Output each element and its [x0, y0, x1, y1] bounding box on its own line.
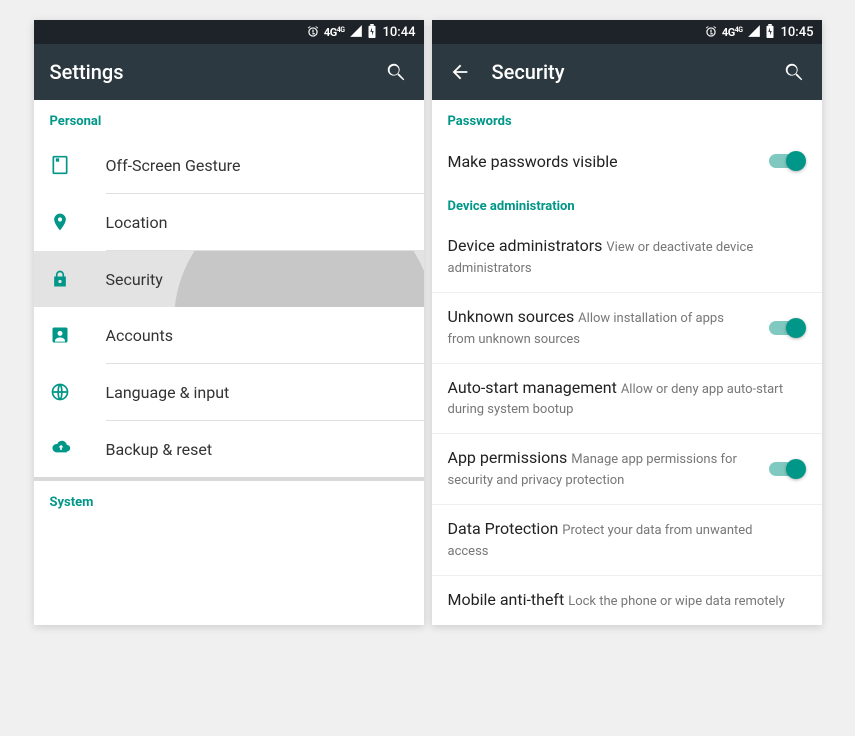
page-title: Settings [50, 60, 364, 84]
battery-charging-icon [765, 24, 775, 41]
toggle-passwords-visible[interactable] [766, 151, 806, 171]
settings-list: Personal Off-Screen Gesture Location Sec… [34, 100, 424, 625]
status-bar: 4G4G 10:44 [34, 20, 424, 44]
item-label: Language & input [106, 383, 408, 402]
item-label: Backup & reset [106, 440, 408, 459]
page-title: Security [492, 60, 762, 84]
item-label: Security [106, 270, 408, 289]
section-header-device-admin: Device administration [432, 185, 822, 222]
security-list: Passwords Make passwords visible Device … [432, 100, 822, 625]
account-icon [50, 325, 106, 345]
toggle-unknown-sources[interactable] [766, 318, 806, 338]
search-button[interactable] [782, 60, 806, 84]
signal-icon [747, 24, 761, 41]
cloud-upload-icon [50, 439, 106, 459]
item-label: App permissions [448, 448, 568, 467]
network-4g: 4G4G [722, 26, 743, 39]
toolbar: Security [432, 44, 822, 100]
location-icon [50, 212, 106, 232]
settings-item-backup-reset[interactable]: Backup & reset [34, 421, 424, 477]
security-item-app-permissions[interactable]: App permissions Manage app permissions f… [432, 434, 822, 504]
item-label: Accounts [106, 326, 408, 345]
security-item-device-administrators[interactable]: Device administrators View or deactivate… [432, 222, 822, 292]
status-time: 10:44 [383, 25, 416, 40]
security-item-make-passwords-visible[interactable]: Make passwords visible [432, 137, 822, 185]
lock-icon [50, 269, 106, 289]
item-label: Off-Screen Gesture [106, 156, 408, 175]
status-bar: 4G4G 10:45 [432, 20, 822, 44]
gesture-icon [50, 155, 106, 175]
settings-item-location[interactable]: Location [34, 194, 424, 250]
alarm-icon [704, 25, 718, 39]
toolbar: Settings [34, 44, 424, 100]
phone-security: 4G4G 10:45 Security Passwords Make passw… [432, 20, 822, 625]
security-item-data-protection[interactable]: Data Protection Protect your data from u… [432, 505, 822, 575]
phone-settings: 4G4G 10:44 Settings Personal Off-Screen … [34, 20, 424, 625]
back-button[interactable] [448, 60, 472, 84]
battery-charging-icon [367, 24, 377, 41]
signal-icon [349, 24, 363, 41]
settings-item-accounts[interactable]: Accounts [34, 307, 424, 363]
status-time: 10:45 [781, 25, 814, 40]
item-label: Unknown sources [448, 307, 575, 326]
toggle-app-permissions[interactable] [766, 459, 806, 479]
item-sublabel: Lock the phone or wipe data remotely [568, 594, 785, 609]
item-label: Mobile anti-theft [448, 590, 565, 609]
settings-item-language-input[interactable]: Language & input [34, 364, 424, 420]
network-4g: 4G4G [324, 26, 345, 39]
item-label: Location [106, 213, 408, 232]
settings-item-security[interactable]: Security [34, 251, 424, 307]
globe-icon [50, 382, 106, 402]
section-header-system: System [34, 481, 424, 518]
security-item-mobile-anti-theft[interactable]: Mobile anti-theft Lock the phone or wipe… [432, 576, 822, 625]
item-label: Device administrators [448, 236, 603, 255]
settings-item-off-screen-gesture[interactable]: Off-Screen Gesture [34, 137, 424, 193]
alarm-icon [306, 25, 320, 39]
search-button[interactable] [384, 60, 408, 84]
item-label: Auto-start management [448, 378, 617, 397]
security-item-auto-start-management[interactable]: Auto-start management Allow or deny app … [432, 364, 822, 434]
security-item-unknown-sources[interactable]: Unknown sources Allow installation of ap… [432, 293, 822, 363]
item-label: Make passwords visible [448, 152, 618, 171]
section-header-personal: Personal [34, 100, 424, 137]
item-label: Data Protection [448, 519, 559, 538]
section-header-passwords: Passwords [432, 100, 822, 137]
